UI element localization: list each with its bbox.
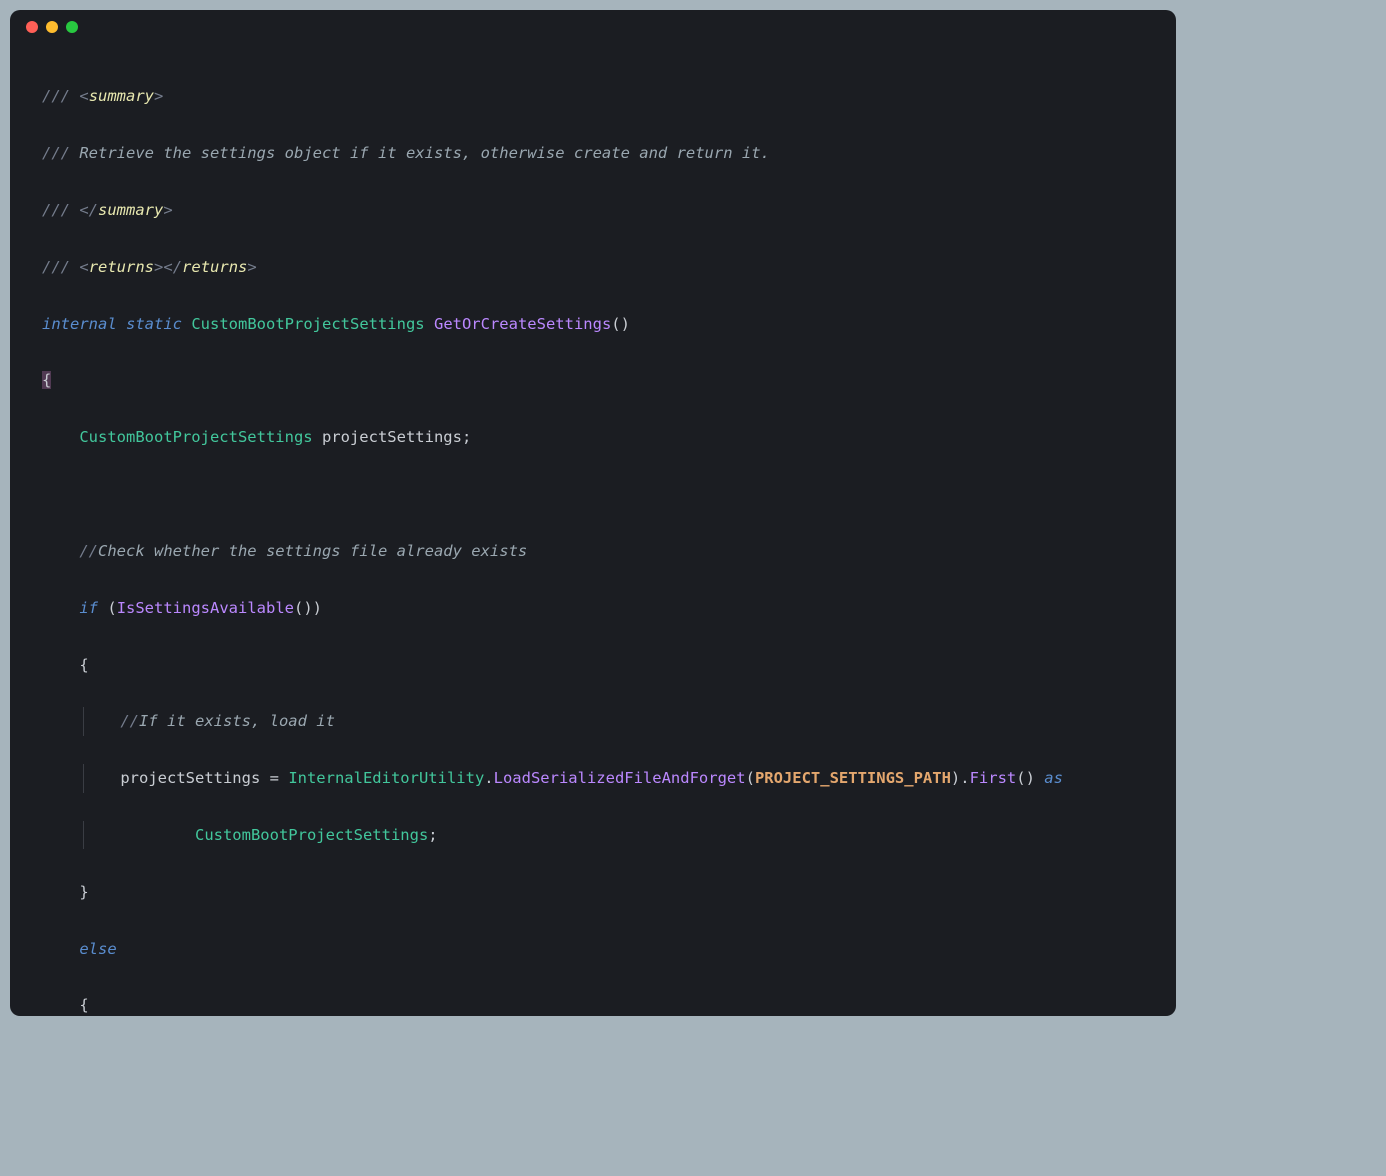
code-line: /// Retrieve the settings object if it e…	[42, 139, 1144, 167]
code-editor[interactable]: /// <summary> /// Retrieve the settings …	[10, 44, 1176, 1016]
zoom-icon[interactable]	[66, 21, 78, 33]
xml-returns-tag: returns	[89, 258, 154, 276]
code-line: {	[42, 651, 1144, 679]
variable: projectSettings	[322, 428, 462, 446]
window-titlebar	[10, 10, 1176, 44]
minimize-icon[interactable]	[46, 21, 58, 33]
keyword-internal: internal	[42, 315, 117, 333]
code-line	[42, 480, 1144, 508]
code-line: if (IsSettingsAvailable())	[42, 594, 1144, 622]
code-line: /// <returns></returns>	[42, 253, 1144, 281]
code-line: //Check whether the settings file alread…	[42, 537, 1144, 565]
code-line: /// </summary>	[42, 196, 1144, 224]
code-line: else	[42, 935, 1144, 963]
keyword-else: else	[79, 940, 116, 958]
keyword-static: static	[126, 315, 182, 333]
brace-open: {	[42, 371, 51, 389]
method-name: GetOrCreateSettings	[434, 315, 611, 333]
method-call: First	[970, 769, 1017, 787]
type-name: InternalEditorUtility	[288, 769, 484, 787]
doc-comment-text: Retrieve the settings object if it exist…	[70, 144, 770, 162]
doc-comment-prefix: ///	[42, 87, 70, 105]
comment: If it exists, load it	[139, 712, 335, 730]
code-line: CustomBootProjectSettings projectSetting…	[42, 423, 1144, 451]
code-line: {	[42, 366, 1144, 394]
code-line: }	[42, 878, 1144, 906]
indent-guide: //If it exists, load it	[83, 707, 335, 735]
method-call: LoadSerializedFileAndForget	[494, 769, 746, 787]
comment: Check whether the settings file already …	[98, 542, 527, 560]
method-call: IsSettingsAvailable	[117, 599, 294, 617]
type-name: CustomBootProjectSettings	[191, 315, 424, 333]
code-line: internal static CustomBootProjectSetting…	[42, 310, 1144, 338]
code-line: /// <summary>	[42, 82, 1144, 110]
close-icon[interactable]	[26, 21, 38, 33]
code-line: CustomBootProjectSettings;	[42, 821, 1144, 849]
xml-summary-tag: summary	[89, 87, 154, 105]
keyword-if: if	[79, 599, 98, 617]
code-line: {	[42, 991, 1144, 1016]
constant: PROJECT_SETTINGS_PATH	[755, 769, 951, 787]
code-line: //If it exists, load it	[42, 707, 1144, 735]
code-window: /// <summary> /// Retrieve the settings …	[10, 10, 1176, 1016]
keyword-as: as	[1044, 769, 1063, 787]
code-line: projectSettings = InternalEditorUtility.…	[42, 764, 1144, 792]
type-name: CustomBootProjectSettings	[79, 428, 312, 446]
